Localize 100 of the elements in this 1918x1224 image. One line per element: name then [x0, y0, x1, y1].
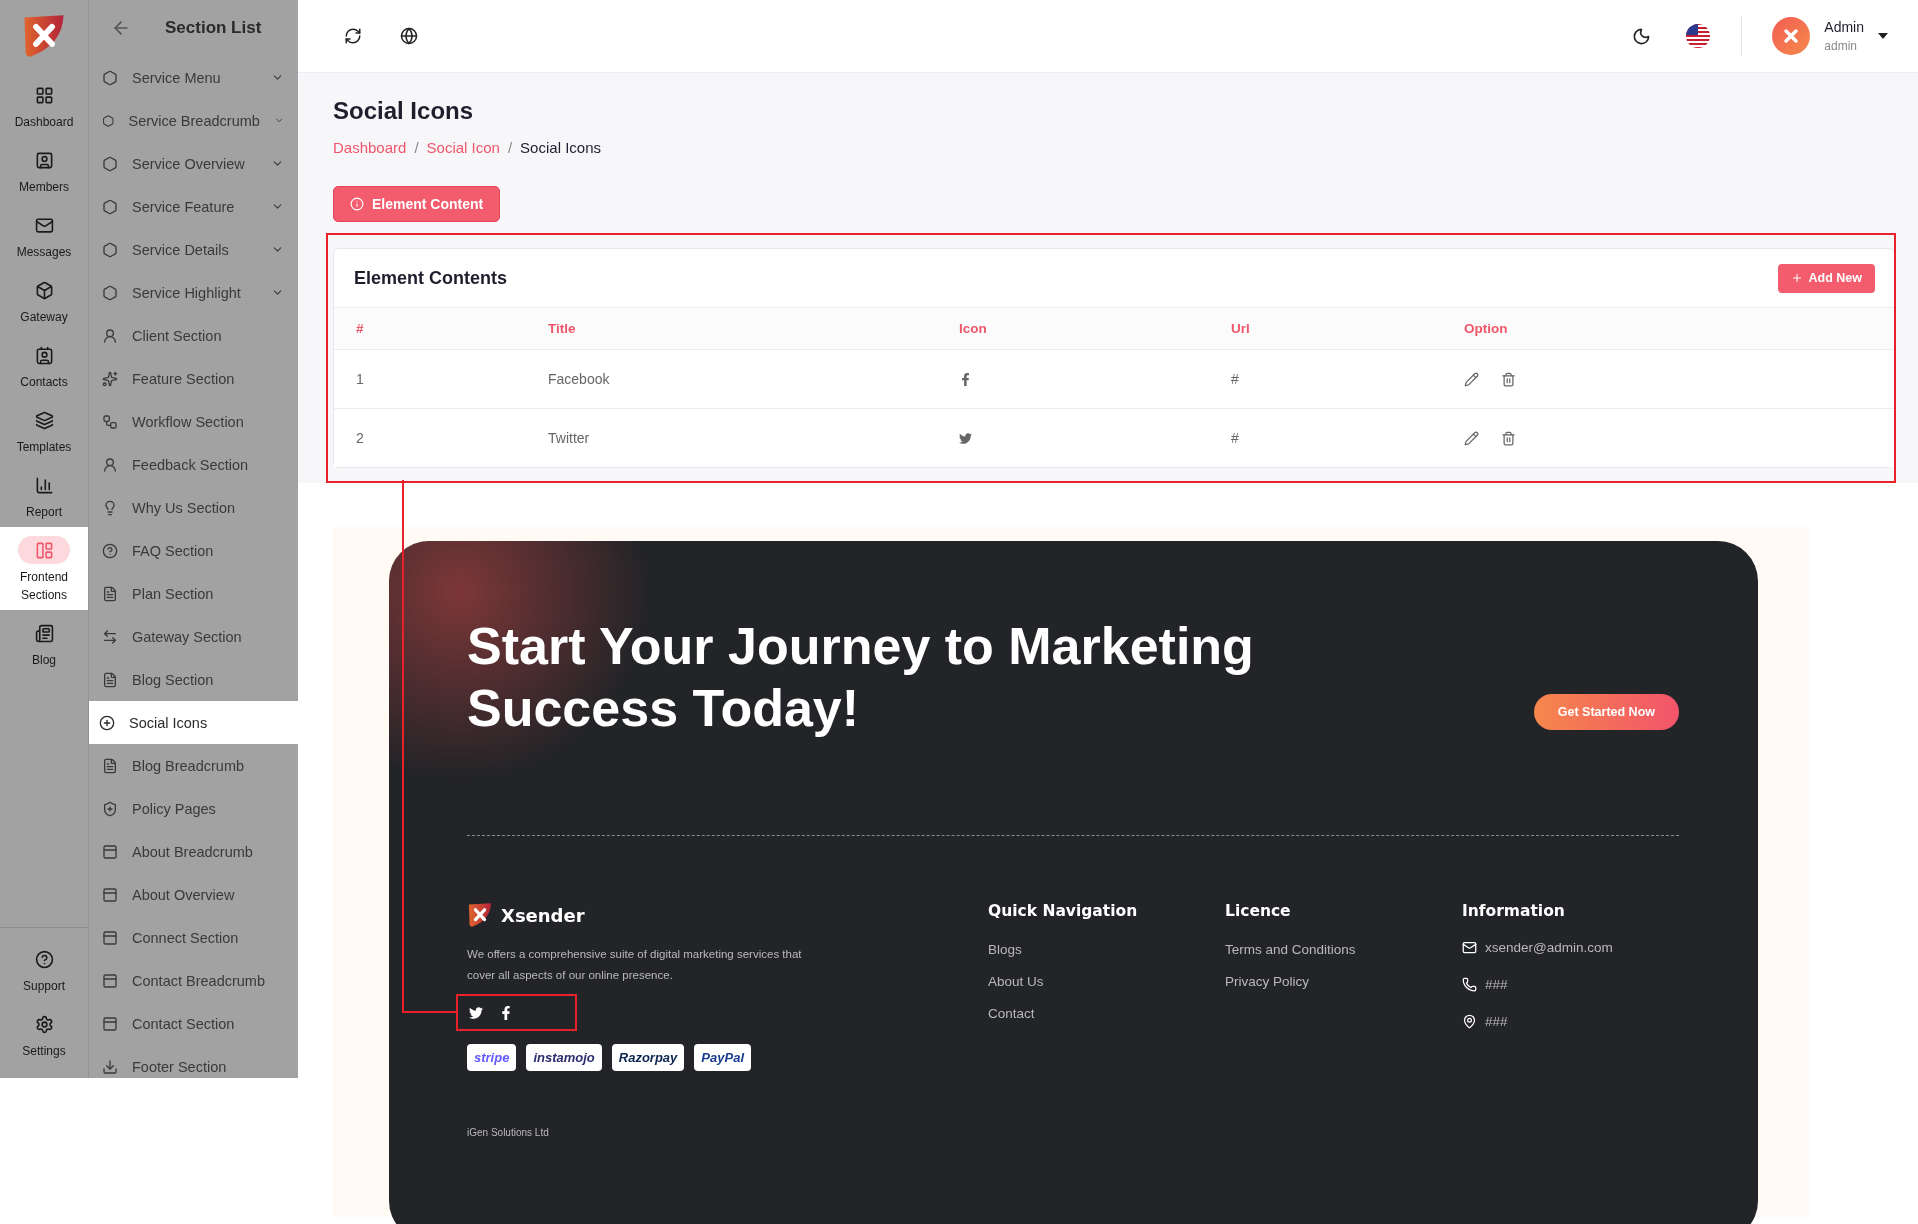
- section-item[interactable]: Contact Breadcrumb: [89, 959, 298, 1002]
- footer-link[interactable]: Contact: [988, 1006, 1225, 1021]
- rail-item[interactable]: Support: [0, 936, 88, 1001]
- contact-info: ###: [1485, 1014, 1508, 1029]
- section-item[interactable]: Workflow Section: [89, 400, 298, 443]
- section-item[interactable]: Connect Section: [89, 916, 298, 959]
- rail-item[interactable]: Messages: [0, 202, 88, 267]
- help-icon: [34, 949, 54, 969]
- element-content-button[interactable]: Element Content: [333, 186, 501, 222]
- promo-headline: Start Your Journey to Marketing Success Today!: [467, 616, 1255, 739]
- section-item[interactable]: Service Feature: [89, 185, 298, 228]
- delete-button[interactable]: [1501, 430, 1516, 446]
- breadcrumb-separator: /: [507, 139, 513, 156]
- rail-item[interactable]: Settings: [0, 1001, 88, 1066]
- rail-icon: [34, 150, 54, 170]
- section-item[interactable]: Blog Breadcrumb: [89, 744, 298, 787]
- contact-info: xsender@admin.com: [1485, 940, 1613, 955]
- table-cell: Twitter: [548, 430, 590, 446]
- column-header: Option: [1464, 321, 1508, 336]
- section-item[interactable]: Blog Section: [89, 658, 298, 701]
- page-title: Social Icons: [333, 97, 475, 125]
- section-icon: [102, 327, 118, 344]
- section-icon: [99, 714, 115, 731]
- rail-icon: [34, 345, 54, 365]
- rail-icon: [34, 280, 54, 300]
- logo-icon: [467, 902, 493, 928]
- breadcrumb-separator: /: [414, 139, 419, 156]
- section-item[interactable]: Policy Pages: [89, 787, 298, 830]
- rail-icon: [34, 540, 54, 560]
- section-item[interactable]: About Overview: [89, 873, 298, 916]
- rail-item[interactable]: Blog: [0, 610, 88, 675]
- bird-icon: [469, 1006, 483, 1020]
- rail-item[interactable]: Members: [0, 137, 88, 202]
- section-icon: [102, 886, 118, 903]
- section-item[interactable]: Footer Section: [89, 1045, 298, 1078]
- section-item[interactable]: Service Highlight: [89, 271, 298, 314]
- rail-item[interactable]: Contacts: [0, 332, 88, 397]
- facebook-icon: [959, 372, 972, 386]
- section-item[interactable]: About Breadcrumb: [89, 830, 298, 873]
- footer-heading: Information: [1462, 902, 1566, 920]
- breadcrumb-link[interactable]: Dashboard: [333, 139, 407, 156]
- section-icon: [102, 69, 118, 86]
- section-item[interactable]: Service Details: [89, 228, 298, 271]
- section-list-title: Section List: [165, 18, 262, 38]
- section-item[interactable]: Gateway Section: [89, 615, 298, 658]
- footer-link[interactable]: Terms and Conditions: [1225, 942, 1462, 957]
- add-new-button[interactable]: Add New: [1777, 263, 1875, 293]
- section-item[interactable]: Contact Section: [89, 1002, 298, 1045]
- rail-item[interactable]: Dashboard: [0, 72, 88, 137]
- section-icon: [102, 1015, 118, 1032]
- section-item[interactable]: Service Overview: [89, 142, 298, 185]
- table-cell: Facebook: [548, 371, 610, 387]
- footer-heading: Licence: [1225, 902, 1292, 920]
- social-link[interactable]: [469, 1006, 483, 1020]
- edit-button[interactable]: [1464, 430, 1479, 446]
- footer-link[interactable]: Privacy Policy: [1225, 974, 1462, 989]
- user-menu[interactable]: Admin admin: [1772, 17, 1888, 55]
- section-item[interactable]: Social Icons: [89, 701, 298, 744]
- section-icon: [102, 284, 118, 301]
- footer-link[interactable]: About Us: [988, 974, 1225, 989]
- delete-button[interactable]: [1501, 371, 1516, 387]
- table-cell: #: [1231, 430, 1239, 446]
- rail-item[interactable]: Templates: [0, 397, 88, 462]
- settings-icon: [34, 1014, 54, 1034]
- section-icon: [102, 843, 118, 860]
- section-icon: [102, 757, 118, 774]
- brand-name: Xsender: [501, 904, 585, 926]
- section-item[interactable]: Plan Section: [89, 572, 298, 615]
- rail-icon: [34, 85, 54, 105]
- section-item[interactable]: Feedback Section: [89, 443, 298, 486]
- section-item[interactable]: Client Section: [89, 314, 298, 357]
- rail-item[interactable]: Report: [0, 462, 88, 527]
- plus-icon: [1790, 272, 1803, 284]
- logo-icon: [21, 13, 67, 59]
- section-icon: [102, 972, 118, 989]
- section-icon: [102, 929, 118, 946]
- section-item[interactable]: Why Us Section: [89, 486, 298, 529]
- social-link[interactable]: [499, 1006, 513, 1020]
- location-icon: [1462, 1014, 1477, 1029]
- caret-icon: [1878, 33, 1888, 39]
- get-started-button[interactable]: Get Started Now: [1533, 694, 1679, 730]
- section-icon: [102, 456, 118, 473]
- section-icon: [102, 628, 118, 645]
- breadcrumb-link[interactable]: Social Icon: [426, 139, 500, 156]
- section-icon: [102, 112, 115, 129]
- section-item[interactable]: Service Menu: [89, 56, 298, 99]
- section-item[interactable]: Feature Section: [89, 357, 298, 400]
- bird-icon: [959, 431, 972, 445]
- footer-link[interactable]: Blogs: [988, 942, 1225, 957]
- rail-item[interactable]: Gateway: [0, 267, 88, 332]
- section-icon: [102, 241, 118, 258]
- table-cell: #: [1231, 371, 1239, 387]
- footer-description: We offers a comprehensive suite of digital marketing services that cover all aspects of our online presence.: [467, 947, 803, 983]
- section-icon: [102, 671, 118, 688]
- column-header: Icon: [959, 321, 987, 336]
- rail-item[interactable]: Frontend Sections: [0, 527, 88, 610]
- section-icon: [102, 370, 118, 387]
- section-item[interactable]: FAQ Section: [89, 529, 298, 572]
- edit-button[interactable]: [1464, 371, 1479, 387]
- section-item[interactable]: Service Breadcrumb: [89, 99, 298, 142]
